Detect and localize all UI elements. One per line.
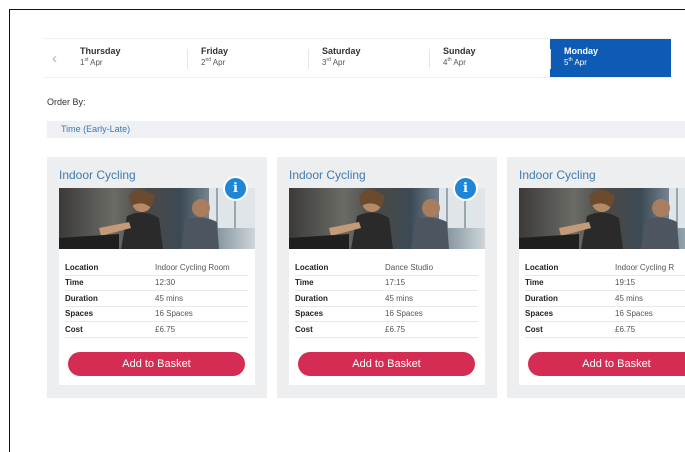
class-card-body: Location Indoor Cycling R Time 19:15 Durat… bbox=[519, 188, 685, 385]
class-details: Location Dance Studio Time 17:15 Duration 4… bbox=[295, 260, 478, 338]
detail-value: £6.75 bbox=[615, 324, 636, 334]
detail-key: Time bbox=[295, 278, 314, 288]
detail-value: 16 Spaces bbox=[385, 309, 423, 319]
detail-row-location: Location Dance Studio bbox=[295, 260, 478, 276]
detail-value: 19:15 bbox=[615, 278, 636, 288]
detail-value: Dance Studio bbox=[385, 262, 434, 272]
day-tab-friday[interactable]: Friday 2nd Apr bbox=[187, 39, 308, 77]
detail-row-duration: Duration 45 mins bbox=[525, 291, 685, 307]
detail-row-duration: Duration 45 mins bbox=[295, 291, 478, 307]
detail-key: Cost bbox=[65, 324, 83, 334]
class-title: Indoor Cycling bbox=[289, 168, 366, 182]
detail-key: Location bbox=[295, 262, 329, 272]
day-tab-sunday[interactable]: Sunday 4th Apr bbox=[429, 39, 550, 77]
day-date: 4th Apr bbox=[443, 57, 466, 67]
detail-row-location: Location Indoor Cycling R bbox=[525, 260, 685, 276]
detail-row-cost: Cost £6.75 bbox=[65, 322, 248, 338]
detail-row-cost: Cost £6.75 bbox=[525, 322, 685, 338]
detail-key: Duration bbox=[65, 293, 98, 303]
class-title: Indoor Cycling bbox=[519, 168, 596, 182]
day-date: 2nd Apr bbox=[201, 57, 226, 67]
day-name: Monday bbox=[564, 46, 599, 56]
detail-value: £6.75 bbox=[385, 324, 406, 334]
detail-value: 45 mins bbox=[615, 293, 644, 303]
detail-value: Indoor Cycling Room bbox=[155, 262, 230, 272]
add-to-basket-button[interactable]: Add to Basket bbox=[528, 352, 685, 376]
class-card-body: Location Dance Studio Time 17:15 Duration 4… bbox=[289, 188, 485, 385]
detail-value: Indoor Cycling R bbox=[615, 262, 675, 272]
add-to-basket-button[interactable]: Add to Basket bbox=[68, 352, 245, 376]
detail-key: Cost bbox=[525, 324, 543, 334]
detail-key: Location bbox=[65, 262, 99, 272]
detail-row-spaces: Spaces 16 Spaces bbox=[65, 307, 248, 322]
sort-order-select[interactable]: Time (Early-Late) bbox=[47, 121, 685, 138]
detail-value: £6.75 bbox=[155, 324, 176, 334]
class-card-body: Location Indoor Cycling Room Time 12:30 Du… bbox=[59, 188, 255, 385]
day-tab-saturday[interactable]: Saturday 3rd Apr bbox=[308, 39, 429, 77]
detail-key: Time bbox=[525, 278, 544, 288]
detail-key: Cost bbox=[295, 324, 313, 334]
detail-value: 45 mins bbox=[155, 293, 184, 303]
detail-key: Spaces bbox=[65, 309, 94, 319]
info-icon[interactable]: i bbox=[223, 176, 248, 201]
page-frame: ‹ Thursday 1st Apr Friday 2nd Apr Saturd… bbox=[9, 9, 685, 452]
day-name: Sunday bbox=[443, 46, 476, 56]
detail-key: Spaces bbox=[295, 309, 324, 319]
detail-key: Time bbox=[65, 278, 84, 288]
chevron-left-icon[interactable]: ‹ bbox=[43, 39, 66, 77]
day-date: 3rd Apr bbox=[322, 57, 346, 67]
day-tab-monday[interactable]: Monday 5th Apr bbox=[550, 39, 671, 77]
day-date: 1st Apr bbox=[80, 57, 103, 67]
detail-row-time: Time 19:15 bbox=[525, 276, 685, 291]
detail-row-duration: Duration 45 mins bbox=[65, 291, 248, 307]
info-icon[interactable]: i bbox=[453, 176, 478, 201]
class-card: Indoor Cycling Location Indoor Cycling R… bbox=[47, 157, 267, 398]
detail-row-spaces: Spaces 16 Spaces bbox=[525, 307, 685, 322]
class-details: Location Indoor Cycling Room Time 12:30 Du… bbox=[65, 260, 248, 338]
date-selector: ‹ Thursday 1st Apr Friday 2nd Apr Saturd… bbox=[43, 38, 673, 78]
day-name: Saturday bbox=[322, 46, 361, 56]
detail-row-location: Location Indoor Cycling Room bbox=[65, 260, 248, 276]
detail-value: 16 Spaces bbox=[155, 309, 193, 319]
detail-value: 17:15 bbox=[385, 278, 406, 288]
detail-row-spaces: Spaces 16 Spaces bbox=[295, 307, 478, 322]
day-date: 5th Apr bbox=[564, 57, 587, 67]
detail-key: Duration bbox=[295, 293, 328, 303]
detail-key: Duration bbox=[525, 293, 558, 303]
class-card: Indoor Cycling Location Indoor Cycling R… bbox=[507, 157, 685, 398]
order-by-label: Order By: bbox=[47, 97, 86, 107]
detail-key: Spaces bbox=[525, 309, 554, 319]
class-photo bbox=[519, 188, 685, 249]
day-name: Friday bbox=[201, 46, 229, 56]
detail-row-cost: Cost £6.75 bbox=[295, 322, 478, 338]
detail-value: 16 Spaces bbox=[615, 309, 653, 319]
day-tab-thursday[interactable]: Thursday 1st Apr bbox=[66, 39, 187, 77]
detail-row-time: Time 17:15 bbox=[295, 276, 478, 291]
class-card: Indoor Cycling Location Dance Studio Tim… bbox=[277, 157, 497, 398]
day-name: Thursday bbox=[80, 46, 121, 56]
detail-value: 12:30 bbox=[155, 278, 176, 288]
add-to-basket-button[interactable]: Add to Basket bbox=[298, 352, 475, 376]
class-details: Location Indoor Cycling R Time 19:15 Durat… bbox=[525, 260, 685, 338]
detail-row-time: Time 12:30 bbox=[65, 276, 248, 291]
detail-value: 45 mins bbox=[385, 293, 414, 303]
class-title: Indoor Cycling bbox=[59, 168, 136, 182]
detail-key: Location bbox=[525, 262, 559, 272]
